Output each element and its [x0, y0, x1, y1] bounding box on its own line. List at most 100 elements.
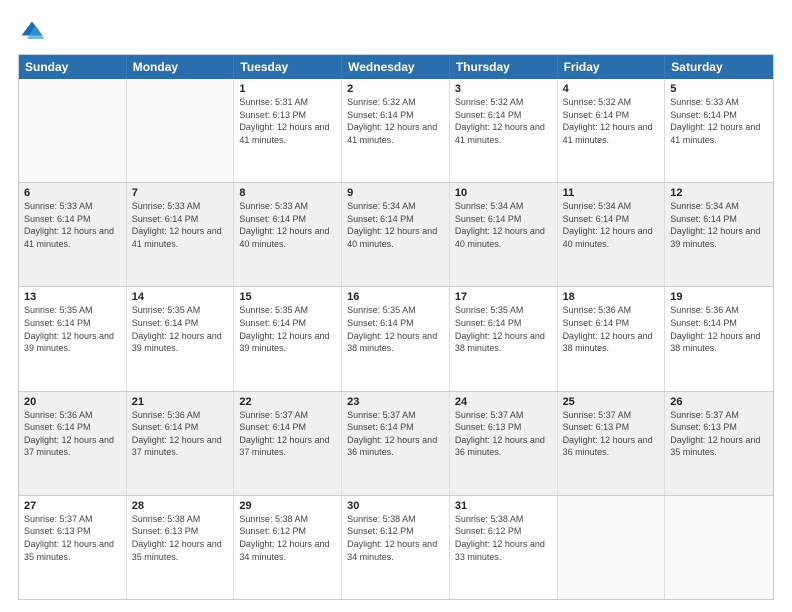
day-info: Sunrise: 5:38 AM Sunset: 6:13 PM Dayligh… [132, 513, 229, 563]
day-number: 10 [455, 187, 552, 199]
day-cell-18: 18Sunrise: 5:36 AM Sunset: 6:14 PM Dayli… [558, 287, 666, 390]
day-number: 11 [563, 187, 660, 199]
day-cell-3: 3Sunrise: 5:32 AM Sunset: 6:14 PM Daylig… [450, 79, 558, 182]
day-info: Sunrise: 5:32 AM Sunset: 6:14 PM Dayligh… [455, 96, 552, 146]
weekday-header-monday: Monday [127, 55, 235, 79]
day-number: 24 [455, 396, 552, 408]
day-number: 16 [347, 291, 444, 303]
day-info: Sunrise: 5:34 AM Sunset: 6:14 PM Dayligh… [670, 200, 768, 250]
day-cell-20: 20Sunrise: 5:36 AM Sunset: 6:14 PM Dayli… [19, 392, 127, 495]
empty-cell [127, 79, 235, 182]
calendar-row-4: 20Sunrise: 5:36 AM Sunset: 6:14 PM Dayli… [19, 391, 773, 495]
day-number: 25 [563, 396, 660, 408]
day-cell-16: 16Sunrise: 5:35 AM Sunset: 6:14 PM Dayli… [342, 287, 450, 390]
day-cell-8: 8Sunrise: 5:33 AM Sunset: 6:14 PM Daylig… [234, 183, 342, 286]
calendar-row-3: 13Sunrise: 5:35 AM Sunset: 6:14 PM Dayli… [19, 286, 773, 390]
day-info: Sunrise: 5:32 AM Sunset: 6:14 PM Dayligh… [563, 96, 660, 146]
day-cell-5: 5Sunrise: 5:33 AM Sunset: 6:14 PM Daylig… [665, 79, 773, 182]
day-info: Sunrise: 5:37 AM Sunset: 6:13 PM Dayligh… [455, 409, 552, 459]
day-info: Sunrise: 5:36 AM Sunset: 6:14 PM Dayligh… [24, 409, 121, 459]
day-number: 1 [239, 83, 336, 95]
calendar: SundayMondayTuesdayWednesdayThursdayFrid… [18, 54, 774, 600]
day-cell-29: 29Sunrise: 5:38 AM Sunset: 6:12 PM Dayli… [234, 496, 342, 599]
calendar-header: SundayMondayTuesdayWednesdayThursdayFrid… [19, 55, 773, 79]
day-number: 31 [455, 500, 552, 512]
day-number: 15 [239, 291, 336, 303]
day-cell-10: 10Sunrise: 5:34 AM Sunset: 6:14 PM Dayli… [450, 183, 558, 286]
day-number: 18 [563, 291, 660, 303]
day-number: 13 [24, 291, 121, 303]
day-info: Sunrise: 5:36 AM Sunset: 6:14 PM Dayligh… [670, 304, 768, 354]
day-cell-11: 11Sunrise: 5:34 AM Sunset: 6:14 PM Dayli… [558, 183, 666, 286]
day-cell-7: 7Sunrise: 5:33 AM Sunset: 6:14 PM Daylig… [127, 183, 235, 286]
day-cell-23: 23Sunrise: 5:37 AM Sunset: 6:14 PM Dayli… [342, 392, 450, 495]
day-info: Sunrise: 5:33 AM Sunset: 6:14 PM Dayligh… [670, 96, 768, 146]
day-info: Sunrise: 5:38 AM Sunset: 6:12 PM Dayligh… [347, 513, 444, 563]
day-info: Sunrise: 5:37 AM Sunset: 6:14 PM Dayligh… [347, 409, 444, 459]
day-number: 12 [670, 187, 768, 199]
day-cell-26: 26Sunrise: 5:37 AM Sunset: 6:13 PM Dayli… [665, 392, 773, 495]
page: SundayMondayTuesdayWednesdayThursdayFrid… [0, 0, 792, 612]
day-number: 9 [347, 187, 444, 199]
day-number: 8 [239, 187, 336, 199]
weekday-header-saturday: Saturday [665, 55, 773, 79]
day-number: 27 [24, 500, 121, 512]
day-cell-28: 28Sunrise: 5:38 AM Sunset: 6:13 PM Dayli… [127, 496, 235, 599]
day-info: Sunrise: 5:33 AM Sunset: 6:14 PM Dayligh… [132, 200, 229, 250]
day-cell-30: 30Sunrise: 5:38 AM Sunset: 6:12 PM Dayli… [342, 496, 450, 599]
empty-cell [558, 496, 666, 599]
day-number: 26 [670, 396, 768, 408]
day-cell-21: 21Sunrise: 5:36 AM Sunset: 6:14 PM Dayli… [127, 392, 235, 495]
day-info: Sunrise: 5:37 AM Sunset: 6:13 PM Dayligh… [670, 409, 768, 459]
logo-icon [18, 18, 46, 46]
day-cell-24: 24Sunrise: 5:37 AM Sunset: 6:13 PM Dayli… [450, 392, 558, 495]
day-info: Sunrise: 5:36 AM Sunset: 6:14 PM Dayligh… [563, 304, 660, 354]
weekday-header-tuesday: Tuesday [234, 55, 342, 79]
day-cell-15: 15Sunrise: 5:35 AM Sunset: 6:14 PM Dayli… [234, 287, 342, 390]
day-cell-9: 9Sunrise: 5:34 AM Sunset: 6:14 PM Daylig… [342, 183, 450, 286]
day-info: Sunrise: 5:34 AM Sunset: 6:14 PM Dayligh… [347, 200, 444, 250]
day-cell-12: 12Sunrise: 5:34 AM Sunset: 6:14 PM Dayli… [665, 183, 773, 286]
day-number: 2 [347, 83, 444, 95]
day-number: 7 [132, 187, 229, 199]
weekday-header-sunday: Sunday [19, 55, 127, 79]
day-number: 29 [239, 500, 336, 512]
day-number: 19 [670, 291, 768, 303]
day-info: Sunrise: 5:35 AM Sunset: 6:14 PM Dayligh… [24, 304, 121, 354]
day-number: 28 [132, 500, 229, 512]
day-number: 17 [455, 291, 552, 303]
day-number: 30 [347, 500, 444, 512]
weekday-header-friday: Friday [558, 55, 666, 79]
day-cell-19: 19Sunrise: 5:36 AM Sunset: 6:14 PM Dayli… [665, 287, 773, 390]
day-info: Sunrise: 5:35 AM Sunset: 6:14 PM Dayligh… [132, 304, 229, 354]
day-cell-25: 25Sunrise: 5:37 AM Sunset: 6:13 PM Dayli… [558, 392, 666, 495]
day-number: 21 [132, 396, 229, 408]
day-cell-13: 13Sunrise: 5:35 AM Sunset: 6:14 PM Dayli… [19, 287, 127, 390]
day-info: Sunrise: 5:32 AM Sunset: 6:14 PM Dayligh… [347, 96, 444, 146]
day-cell-2: 2Sunrise: 5:32 AM Sunset: 6:14 PM Daylig… [342, 79, 450, 182]
day-info: Sunrise: 5:35 AM Sunset: 6:14 PM Dayligh… [347, 304, 444, 354]
day-info: Sunrise: 5:37 AM Sunset: 6:13 PM Dayligh… [563, 409, 660, 459]
calendar-row-5: 27Sunrise: 5:37 AM Sunset: 6:13 PM Dayli… [19, 495, 773, 599]
day-cell-4: 4Sunrise: 5:32 AM Sunset: 6:14 PM Daylig… [558, 79, 666, 182]
calendar-body: 1Sunrise: 5:31 AM Sunset: 6:13 PM Daylig… [19, 79, 773, 599]
weekday-header-wednesday: Wednesday [342, 55, 450, 79]
day-number: 20 [24, 396, 121, 408]
day-info: Sunrise: 5:31 AM Sunset: 6:13 PM Dayligh… [239, 96, 336, 146]
day-info: Sunrise: 5:38 AM Sunset: 6:12 PM Dayligh… [455, 513, 552, 563]
empty-cell [19, 79, 127, 182]
day-cell-17: 17Sunrise: 5:35 AM Sunset: 6:14 PM Dayli… [450, 287, 558, 390]
day-info: Sunrise: 5:36 AM Sunset: 6:14 PM Dayligh… [132, 409, 229, 459]
day-info: Sunrise: 5:33 AM Sunset: 6:14 PM Dayligh… [239, 200, 336, 250]
day-info: Sunrise: 5:35 AM Sunset: 6:14 PM Dayligh… [455, 304, 552, 354]
day-number: 14 [132, 291, 229, 303]
day-cell-22: 22Sunrise: 5:37 AM Sunset: 6:14 PM Dayli… [234, 392, 342, 495]
logo [18, 18, 50, 46]
day-number: 6 [24, 187, 121, 199]
day-info: Sunrise: 5:35 AM Sunset: 6:14 PM Dayligh… [239, 304, 336, 354]
day-number: 3 [455, 83, 552, 95]
day-cell-6: 6Sunrise: 5:33 AM Sunset: 6:14 PM Daylig… [19, 183, 127, 286]
calendar-row-1: 1Sunrise: 5:31 AM Sunset: 6:13 PM Daylig… [19, 79, 773, 182]
day-number: 4 [563, 83, 660, 95]
header [18, 18, 774, 46]
